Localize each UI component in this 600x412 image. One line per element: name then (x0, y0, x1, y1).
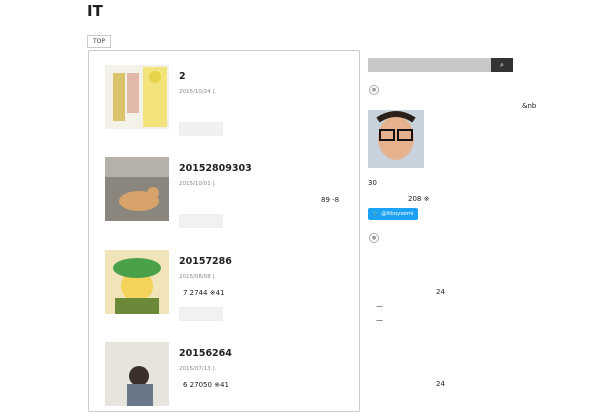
book-cover-icon (105, 65, 169, 129)
post-thumbnail[interactable] (105, 250, 169, 314)
post-title[interactable]: 20152809303 (179, 163, 252, 174)
read-more-button[interactable] (179, 214, 223, 228)
post-excerpt: 6 27050 ※41 (183, 381, 229, 389)
twitter-bird-icon: 🐦 (372, 211, 380, 217)
avatar (368, 110, 424, 168)
sidebar-number: 30 (368, 179, 377, 187)
section-marker-icon: ● (369, 85, 379, 95)
post-title[interactable]: 20157286 (179, 256, 232, 267)
profile-photo-icon (368, 110, 424, 168)
section-marker-icon: ● (369, 233, 379, 243)
search-button[interactable]: ⌕ (491, 58, 513, 72)
sidebar-count: 208 ※ (408, 195, 430, 203)
post-title[interactable]: 2 (179, 71, 186, 82)
post-date: 2015/10/24 |. (179, 89, 217, 95)
sidebar-number: 24 (436, 380, 445, 388)
person-photo-icon (105, 342, 169, 406)
twitter-handle: @itboysemi (381, 211, 414, 217)
search-input[interactable] (368, 58, 491, 72)
divider-dash: — (376, 316, 383, 324)
post-date: 2015/10/01 |. (179, 181, 217, 187)
character-illustration-icon (105, 250, 169, 314)
post-date: 2015/08/08 |. (179, 274, 217, 280)
read-more-button[interactable] (179, 307, 223, 321)
sidebar-number: 24 (436, 288, 445, 296)
sidebar-text: &nb (522, 102, 537, 110)
post-excerpt: 7 2744 ※41 (183, 289, 225, 297)
breadcrumb-top[interactable]: TOP (87, 35, 112, 48)
post-title[interactable]: 20156264 (179, 348, 232, 359)
post-date: 2015/07/13 |. (179, 366, 217, 372)
post-thumbnail[interactable] (105, 65, 169, 129)
site-title[interactable]: IT (87, 2, 103, 20)
post-thumbnail[interactable] (105, 157, 169, 221)
post-excerpt: 89 -8 (321, 196, 340, 204)
cat-photo-icon (105, 157, 169, 221)
read-more-button[interactable] (179, 122, 223, 136)
post-thumbnail[interactable] (105, 342, 169, 406)
post-list: 2 2015/10/24 |. 20152809303 2015/10/01 |… (88, 50, 360, 412)
divider-dash: — (376, 302, 383, 310)
twitter-follow-button[interactable]: 🐦 @itboysemi (368, 208, 418, 220)
search-icon: ⌕ (500, 61, 504, 69)
